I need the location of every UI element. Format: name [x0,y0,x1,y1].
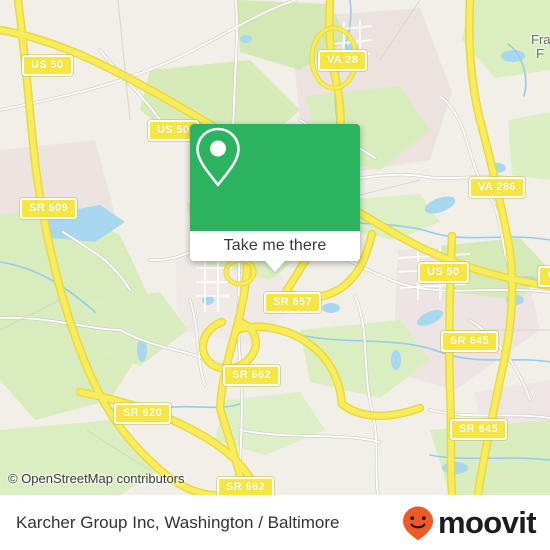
map-pin-icon [196,127,240,187]
road-shield-us-50[interactable]: US 50 [418,262,469,283]
road-shield-va-28[interactable]: VA 28 [318,50,368,71]
take-me-there-label: Take me there [223,237,327,254]
moovit-brand[interactable]: moovit [401,505,537,541]
road-shield-partial[interactable]: V [538,266,550,287]
footer-bar: Karcher Group Inc, Washington / Baltimor… [0,495,550,550]
moovit-wordmark: moovit [437,505,537,540]
road-shield-va-286[interactable]: VA 286 [469,177,525,198]
road-shield-sr-645[interactable]: SR 645 [441,331,499,352]
map-canvas[interactable]: Fra F US 50 US 50 VA 28 VA 286 SR 609 US… [0,0,550,495]
callout-pin-panel [190,124,360,231]
moovit-smiley-pin-icon [402,506,433,540]
place-label: F [536,46,544,61]
road-shield-sr-645[interactable]: SR 645 [450,419,508,440]
osm-attribution[interactable]: © OpenStreetMap contributors [8,471,185,486]
place-label: Fra [531,32,550,47]
road-shield-sr-657[interactable]: SR 657 [264,292,322,313]
take-me-there-button[interactable]: Take me there [190,231,360,261]
road-shield-us-50[interactable]: US 50 [22,55,73,76]
road-shield-sr-609[interactable]: SR 609 [20,198,78,219]
road-shield-sr-662[interactable]: SR 662 [217,477,275,495]
location-callout[interactable]: Take me there [190,124,360,272]
road-shield-sr-662[interactable]: SR 662 [223,365,281,386]
callout-tail [265,261,285,272]
screenshot-root: Fra F US 50 US 50 VA 28 VA 286 SR 609 US… [0,0,550,550]
location-title: Karcher Group Inc, Washington / Baltimor… [16,512,340,532]
road-shield-sr-620[interactable]: SR 620 [114,403,172,424]
